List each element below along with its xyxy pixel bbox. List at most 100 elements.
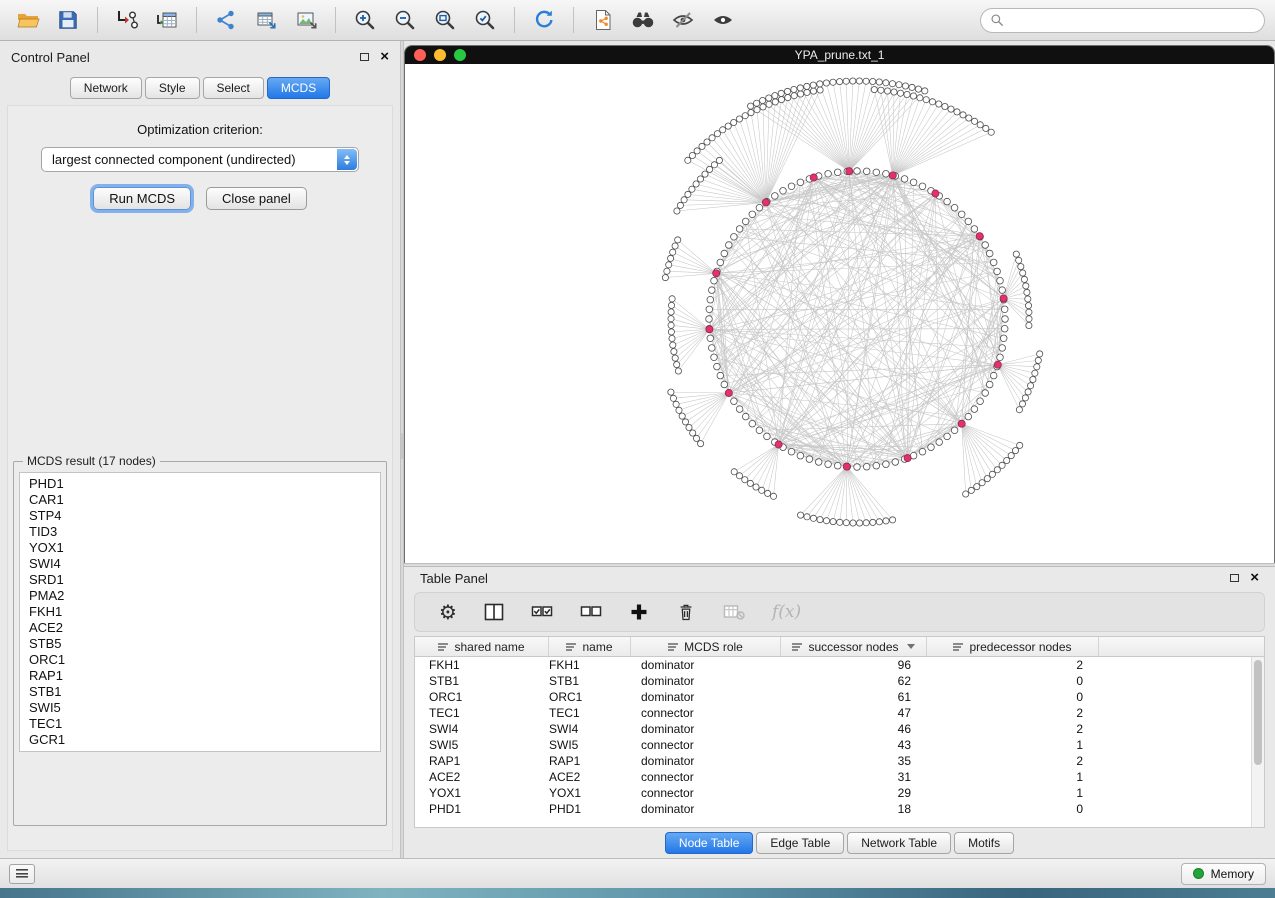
mcds-result-item[interactable]: STB1 bbox=[20, 684, 380, 700]
mcds-result-item[interactable]: ACE2 bbox=[20, 620, 380, 636]
column-header-shared-name[interactable]: shared name bbox=[415, 637, 549, 656]
deselect-all-button[interactable] bbox=[580, 603, 602, 621]
mcds-result-item[interactable]: YOX1 bbox=[20, 540, 380, 556]
save-session-button[interactable] bbox=[50, 4, 86, 36]
tab-motifs[interactable]: Motifs bbox=[954, 832, 1014, 854]
refresh-icon bbox=[532, 8, 556, 32]
tab-network-table[interactable]: Network Table bbox=[847, 832, 951, 854]
float-table-panel-icon[interactable] bbox=[1230, 574, 1239, 582]
function-builder-button[interactable]: f(x) bbox=[772, 602, 801, 622]
zoom-fit-button[interactable] bbox=[427, 4, 463, 36]
table-row[interactable]: YOX1 YOX1 connector 29 1 bbox=[415, 785, 1264, 801]
tab-select[interactable]: Select bbox=[203, 77, 264, 99]
mcds-result-item[interactable]: TID3 bbox=[20, 524, 380, 540]
node-table: shared name name MCDS role successo bbox=[414, 636, 1265, 828]
select-all-button[interactable] bbox=[531, 603, 553, 621]
column-header-predecessor-nodes[interactable]: predecessor nodes bbox=[927, 637, 1099, 656]
maximize-window-icon[interactable] bbox=[454, 49, 466, 61]
close-window-icon[interactable] bbox=[414, 49, 426, 61]
mcds-result-item[interactable]: STP4 bbox=[20, 508, 380, 524]
status-menu-button[interactable] bbox=[9, 864, 35, 884]
network-canvas[interactable] bbox=[405, 64, 1274, 563]
columns-icon bbox=[484, 603, 504, 621]
table-row[interactable]: FKH1 FKH1 dominator 96 2 bbox=[415, 657, 1264, 673]
mcds-result-title: MCDS result (17 nodes) bbox=[23, 454, 160, 468]
share-document-button[interactable] bbox=[585, 4, 621, 36]
import-table-file-button[interactable] bbox=[149, 4, 185, 36]
run-mcds-button[interactable]: Run MCDS bbox=[93, 187, 191, 210]
criterion-select[interactable]: largest connected component (undirected) bbox=[41, 147, 359, 172]
node-table-body[interactable]: FKH1 FKH1 dominator 96 2 STB1 STB1 domin… bbox=[415, 657, 1264, 827]
import-network-icon bbox=[115, 8, 139, 32]
tab-node-table[interactable]: Node Table bbox=[665, 832, 754, 854]
toolbar-search[interactable] bbox=[980, 8, 1265, 33]
open-folder-icon bbox=[16, 8, 40, 32]
table-row[interactable]: SWI5 SWI5 connector 43 1 bbox=[415, 737, 1264, 753]
mcds-result-item[interactable]: PHD1 bbox=[20, 476, 380, 492]
scrollbar-thumb[interactable] bbox=[1254, 660, 1262, 765]
show-columns-button[interactable] bbox=[484, 603, 504, 621]
mcds-result-item[interactable]: GCR1 bbox=[20, 732, 380, 748]
float-panel-icon[interactable] bbox=[360, 53, 369, 61]
hide-view-button[interactable] bbox=[665, 4, 701, 36]
tab-network[interactable]: Network bbox=[70, 77, 142, 99]
export-table-button[interactable] bbox=[248, 4, 284, 36]
close-panel-button[interactable]: Close panel bbox=[206, 187, 307, 210]
mcds-result-item[interactable]: ORC1 bbox=[20, 652, 380, 668]
mcds-result-item[interactable]: RAP1 bbox=[20, 668, 380, 684]
clear-table-button[interactable] bbox=[723, 603, 745, 621]
minimize-window-icon[interactable] bbox=[434, 49, 446, 61]
zoom-out-button[interactable] bbox=[387, 4, 423, 36]
mcds-result-item[interactable]: SWI5 bbox=[20, 700, 380, 716]
cell-name: SWI4 bbox=[549, 722, 631, 736]
zoom-selected-button[interactable] bbox=[467, 4, 503, 36]
export-network-button[interactable] bbox=[208, 4, 244, 36]
add-column-button[interactable] bbox=[629, 602, 649, 622]
import-network-file-button[interactable] bbox=[109, 4, 145, 36]
table-row[interactable]: STB1 STB1 dominator 62 0 bbox=[415, 673, 1264, 689]
fx-icon: f(x) bbox=[772, 602, 801, 622]
table-row[interactable]: PHD1 PHD1 dominator 18 0 bbox=[415, 801, 1264, 817]
export-table-icon bbox=[254, 8, 278, 32]
cell-predecessor-nodes: 2 bbox=[927, 754, 1099, 768]
control-panel-titlebar: Control Panel × bbox=[0, 46, 400, 68]
table-row[interactable]: SWI4 SWI4 dominator 46 2 bbox=[415, 721, 1264, 737]
cell-mcds-role: connector bbox=[631, 738, 781, 752]
cell-name: STB1 bbox=[549, 674, 631, 688]
tab-edge-table[interactable]: Edge Table bbox=[756, 832, 844, 854]
mcds-result-item[interactable]: FKH1 bbox=[20, 604, 380, 620]
table-row[interactable]: ACE2 ACE2 connector 31 1 bbox=[415, 769, 1264, 785]
refresh-view-button[interactable] bbox=[526, 4, 562, 36]
delete-column-button[interactable] bbox=[676, 602, 696, 622]
zoom-in-button[interactable] bbox=[347, 4, 383, 36]
column-header-name[interactable]: name bbox=[549, 637, 631, 656]
show-view-button[interactable] bbox=[705, 4, 741, 36]
mcds-result-item[interactable]: CAR1 bbox=[20, 492, 380, 508]
search-network-button[interactable] bbox=[625, 4, 661, 36]
export-image-button[interactable] bbox=[288, 4, 324, 36]
mcds-result-item[interactable]: SWI4 bbox=[20, 556, 380, 572]
open-session-button[interactable] bbox=[10, 4, 46, 36]
tab-style[interactable]: Style bbox=[145, 77, 200, 99]
column-header-mcds-role[interactable]: MCDS role bbox=[631, 637, 781, 656]
cell-predecessor-nodes: 1 bbox=[927, 770, 1099, 784]
memory-button[interactable]: Memory bbox=[1181, 863, 1266, 885]
mcds-result-item[interactable]: PMA2 bbox=[20, 588, 380, 604]
mcds-result-item[interactable]: SRD1 bbox=[20, 572, 380, 588]
table-row[interactable]: TEC1 TEC1 connector 47 2 bbox=[415, 705, 1264, 721]
table-scrollbar[interactable] bbox=[1251, 657, 1264, 827]
panel-splitter[interactable] bbox=[400, 41, 404, 858]
tab-mcds[interactable]: MCDS bbox=[267, 77, 330, 99]
table-row[interactable]: ORC1 ORC1 dominator 61 0 bbox=[415, 689, 1264, 705]
close-panel-icon[interactable]: × bbox=[380, 52, 389, 62]
cell-name: TEC1 bbox=[549, 706, 631, 720]
close-table-panel-icon[interactable]: × bbox=[1250, 573, 1259, 583]
table-settings-button[interactable]: ⚙ bbox=[439, 602, 457, 622]
cell-predecessor-nodes: 2 bbox=[927, 706, 1099, 720]
search-input[interactable] bbox=[1010, 13, 1255, 27]
mcds-result-item[interactable]: STB5 bbox=[20, 636, 380, 652]
mcds-result-item[interactable]: TEC1 bbox=[20, 716, 380, 732]
mcds-result-list[interactable]: PHD1 CAR1 STP4 TID3 YOX1 SWI4 SRD1 bbox=[19, 472, 381, 752]
column-header-successor-nodes[interactable]: successor nodes bbox=[781, 637, 927, 656]
table-row[interactable]: RAP1 RAP1 dominator 35 2 bbox=[415, 753, 1264, 769]
